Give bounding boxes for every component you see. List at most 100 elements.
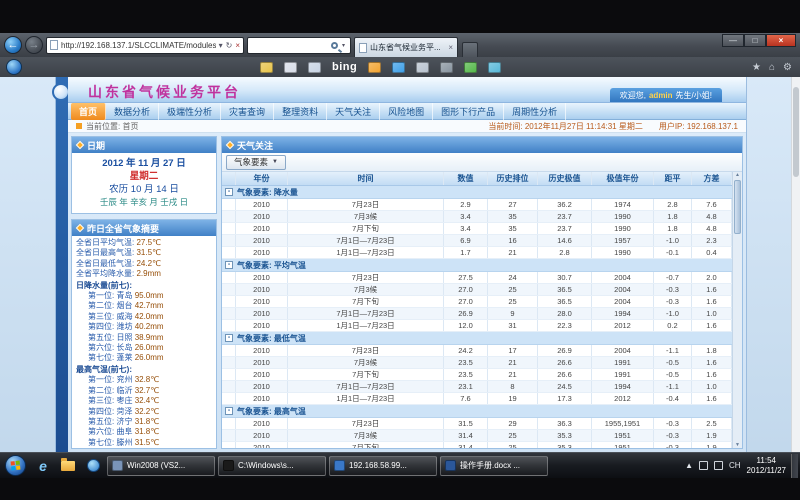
table-row[interactable]: 20107月23日31.52936.31955,1951-0.32.5 <box>222 418 732 430</box>
taskbar-window-1[interactable]: Win2008 (VS2... <box>107 456 215 476</box>
star-favorites-icon[interactable]: ★ <box>752 62 761 73</box>
column-header-8[interactable]: 方差 <box>692 172 732 185</box>
tools-icon[interactable] <box>440 62 453 73</box>
table-row[interactable]: 20107月下旬3.43523.719901.84.8 <box>222 223 732 235</box>
network-app-icon[interactable] <box>488 62 501 73</box>
table-section-header[interactable]: -气象要素: 最高气温 <box>222 405 732 418</box>
browser-scrollbar[interactable] <box>791 77 800 452</box>
camera-icon[interactable] <box>416 62 429 73</box>
taskbar-clock[interactable]: 11:54 2012/11/27 <box>747 456 786 476</box>
table-section-header[interactable]: -气象要素: 最低气温 <box>222 332 732 345</box>
explorer-taskbar-icon[interactable] <box>57 456 79 476</box>
mail-open-icon[interactable] <box>284 62 297 73</box>
scroll-up-icon[interactable]: ▲ <box>735 172 740 178</box>
app-logo-icon[interactable] <box>6 59 22 75</box>
forward-button[interactable]: → <box>25 36 43 54</box>
minimize-button[interactable]: — <box>722 34 744 47</box>
messenger-icon[interactable] <box>392 62 405 73</box>
ie-taskbar-icon[interactable]: e <box>32 456 54 476</box>
nav-item-5[interactable]: 整理资料 <box>274 103 327 120</box>
table-area: 年份时间数值历史排位历史极值极值年份距平方差 -气象要素: 降水量20107月2… <box>222 172 742 448</box>
table-row[interactable]: 20107月23日24.21726.92004-1.11.8 <box>222 345 732 357</box>
taskbar-window-2[interactable]: C:\Windows\s... <box>218 456 326 476</box>
back-button[interactable]: ← <box>4 36 22 54</box>
address-bar[interactable]: http://192.168.137.1/SLCCLIMATE/modules/… <box>46 37 244 54</box>
table-row[interactable]: 20107月下旬23.52126.61991-0.51.6 <box>222 369 732 381</box>
address-dropdown-icon[interactable]: ▾ <box>219 41 223 50</box>
table-row[interactable]: 20107月1日—7月23日23.1824.51994-1.11.0 <box>222 381 732 393</box>
scroll-down-icon[interactable]: ▼ <box>735 442 740 448</box>
column-header-4[interactable]: 历史排位 <box>488 172 538 185</box>
table-row[interactable]: 20101月1日—7月23日12.03122.320120.21.6 <box>222 320 732 332</box>
column-header-2[interactable]: 时间 <box>288 172 444 185</box>
table-row[interactable]: 20107月3候23.52126.61991-0.51.6 <box>222 357 732 369</box>
bing-app-icon[interactable] <box>368 62 381 73</box>
document-icon[interactable] <box>308 62 321 73</box>
table-scrollbar[interactable]: ▲ ▼ <box>732 172 742 448</box>
element-filter-button[interactable]: 气象要素 ▼ <box>226 155 286 170</box>
close-button[interactable]: × <box>766 34 796 47</box>
show-desktop-button[interactable] <box>791 454 798 478</box>
search-icon[interactable] <box>331 42 338 49</box>
table-row[interactable]: 20107月3候27.02536.52004-0.31.6 <box>222 284 732 296</box>
taskbar-window-3[interactable]: 192.168.58.99... <box>329 456 437 476</box>
collapse-icon[interactable]: - <box>225 188 233 196</box>
collapse-icon[interactable]: - <box>225 334 233 342</box>
taskbar-window-4[interactable]: 操作手册.docx ... <box>440 456 548 476</box>
mail-icon[interactable] <box>260 62 273 73</box>
nav-item-4[interactable]: 灾害查询 <box>221 103 274 120</box>
column-header-6[interactable]: 极值年份 <box>592 172 654 185</box>
scrollbar-thumb[interactable] <box>734 180 741 234</box>
url-text[interactable]: http://192.168.137.1/SLCCLIMATE/modules/… <box>61 41 216 50</box>
search-box[interactable]: ▾ <box>247 37 351 54</box>
maximize-button[interactable]: □ <box>744 34 766 47</box>
weather-app-icon[interactable] <box>464 62 477 73</box>
browser-tab[interactable]: 山东省气候业务平... × <box>354 37 458 57</box>
new-tab-button[interactable] <box>462 42 478 57</box>
refresh-icon[interactable]: ↻ <box>226 41 233 50</box>
gear-icon[interactable]: ⚙ <box>783 62 792 73</box>
tab-close-icon[interactable]: × <box>448 43 453 52</box>
nav-item-8[interactable]: 图形下行产品 <box>433 103 504 120</box>
table-row[interactable]: 20107月1日—7月23日26.9928.01994-1.01.0 <box>222 308 732 320</box>
table-row[interactable]: 20107月23日27.52430.72004-0.72.0 <box>222 272 732 284</box>
table-section-header[interactable]: -气象要素: 平均气温 <box>222 259 732 272</box>
column-header-5[interactable]: 历史极值 <box>538 172 592 185</box>
table-row[interactable]: 20107月1日—7月23日6.91614.61957-1.02.3 <box>222 235 732 247</box>
table-section-header[interactable]: -气象要素: 降水量 <box>222 186 732 199</box>
table-row[interactable]: 20101月1日—7月23日7.61917.32012-0.41.6 <box>222 393 732 405</box>
nav-item-2[interactable]: 数据分析 <box>106 103 159 120</box>
start-button[interactable] <box>5 455 26 476</box>
collapse-icon[interactable]: - <box>225 261 233 269</box>
tray-expand-icon[interactable]: ▲ <box>685 461 693 470</box>
action-center-icon[interactable] <box>699 461 708 470</box>
nav-item-3[interactable]: 极端性分析 <box>159 103 221 120</box>
column-header-1[interactable]: 年份 <box>236 172 288 185</box>
cell <box>222 393 236 404</box>
stop-icon[interactable]: × <box>235 41 240 50</box>
search-dropdown-icon[interactable]: ▾ <box>342 42 345 49</box>
column-header-7[interactable]: 距平 <box>654 172 692 185</box>
nav-item-9[interactable]: 周期性分析 <box>504 103 566 120</box>
media-player-taskbar-icon[interactable] <box>82 456 104 476</box>
bing-logo[interactable]: bing <box>332 61 357 73</box>
table-row[interactable]: 20107月3候31.42535.31951-0.31.9 <box>222 430 732 442</box>
browser-scrollbar-thumb[interactable] <box>793 87 799 177</box>
column-header-0[interactable] <box>222 172 236 185</box>
nav-item-6[interactable]: 天气关注 <box>327 103 380 120</box>
home-icon[interactable]: ⌂ <box>769 62 775 73</box>
table-row[interactable]: 20107月下旬31.42535.31951-0.31.9 <box>222 442 732 448</box>
column-header-3[interactable]: 数值 <box>444 172 488 185</box>
table-row[interactable]: 20101月1日—7月23日1.7212.81990-0.10.4 <box>222 247 732 259</box>
nav-item-7[interactable]: 风险地图 <box>380 103 433 120</box>
nav-item-1[interactable]: 首页 <box>71 103 106 120</box>
collapse-icon[interactable]: - <box>225 407 233 415</box>
cell: 1974 <box>592 199 654 210</box>
network-icon[interactable] <box>714 461 723 470</box>
language-indicator[interactable]: CH <box>729 461 741 470</box>
table-row[interactable]: 20107月23日2.92736.219742.87.6 <box>222 199 732 211</box>
table-row[interactable]: 20107月3候3.43523.719901.84.8 <box>222 211 732 223</box>
station-name: 烟台 <box>116 301 134 310</box>
table-row[interactable]: 20107月下旬27.02536.52004-0.31.6 <box>222 296 732 308</box>
site-left-strip <box>56 77 68 452</box>
